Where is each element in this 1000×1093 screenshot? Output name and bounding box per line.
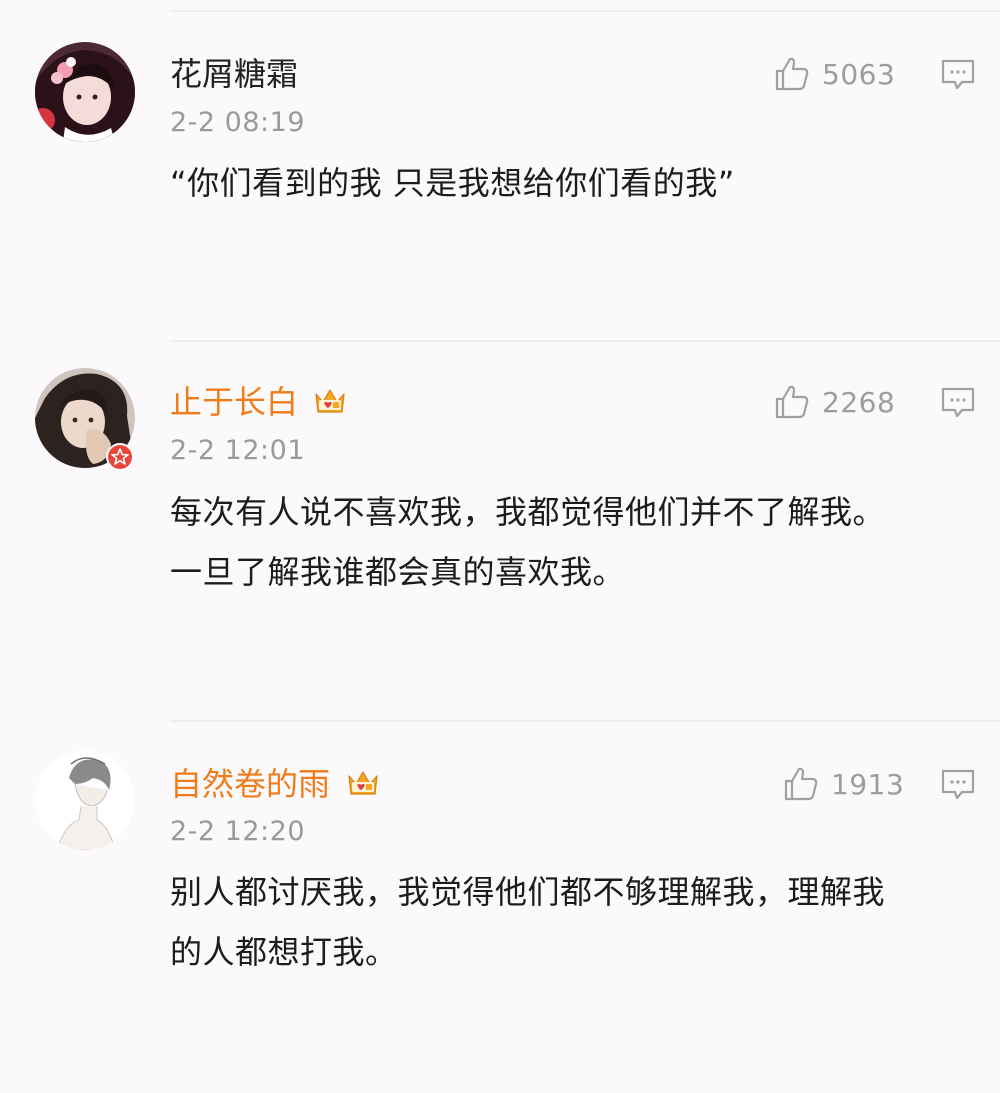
username[interactable]: 自然卷的雨 [170, 764, 330, 804]
comment-line: 别人都讨厌我，我觉得他们都不够理解我，理解我 [170, 873, 886, 911]
comment-bubble-icon[interactable] [940, 386, 976, 420]
like-button[interactable]: 2268 [774, 382, 895, 422]
comment-time: 2-2 12:20 [170, 816, 305, 847]
sketch-avatar-icon [35, 750, 135, 850]
verified-star-icon [106, 443, 134, 471]
comment-line: 一旦了解我谁都会真的喜欢我。 [170, 553, 626, 591]
like-button[interactable]: 5063 [774, 54, 895, 94]
comment-line: “你们看到的我 只是我想给你们看的我” [170, 164, 735, 202]
comment-line: 的人都想打我。 [170, 933, 398, 971]
comment-divider [170, 340, 1000, 342]
comment-bubble-icon[interactable] [940, 768, 976, 802]
comment-text: 每次有人说不喜欢我，我都觉得他们并不了解我。 一旦了解我谁都会真的喜欢我。 [170, 482, 885, 602]
like-count: 5063 [822, 57, 896, 91]
thumbs-up-icon [775, 57, 809, 91]
comment-text: “你们看到的我 只是我想给你们看的我” [170, 153, 735, 213]
like-count: 1913 [831, 767, 905, 801]
comment-time: 2-2 08:19 [170, 107, 305, 138]
username[interactable]: 止于长白 [170, 382, 298, 422]
avatar[interactable] [35, 750, 135, 850]
comment-feed: 花屑糖霜 2-2 08:19 5063 “你们看到的我 只是我想给你们看的我” [0, 0, 1000, 1093]
comment-text: 别人都讨厌我，我觉得他们都不够理解我，理解我 的人都想打我。 [170, 862, 885, 982]
thumbs-up-icon [784, 767, 818, 801]
girl-avatar-icon [35, 42, 135, 142]
comment-time: 2-2 12:01 [170, 435, 305, 466]
crown-icon [348, 771, 378, 795]
top-divider [170, 10, 1000, 12]
like-count: 2268 [822, 385, 896, 419]
crown-icon [315, 389, 345, 413]
comment-divider [170, 720, 1000, 722]
comment-bubble-icon[interactable] [940, 58, 976, 92]
comment-line: 每次有人说不喜欢我，我都觉得他们并不了解我。 [170, 493, 886, 531]
avatar[interactable] [35, 42, 135, 142]
username[interactable]: 花屑糖霜 [170, 54, 298, 94]
thumbs-up-icon [775, 385, 809, 419]
like-button[interactable]: 1913 [783, 764, 904, 804]
